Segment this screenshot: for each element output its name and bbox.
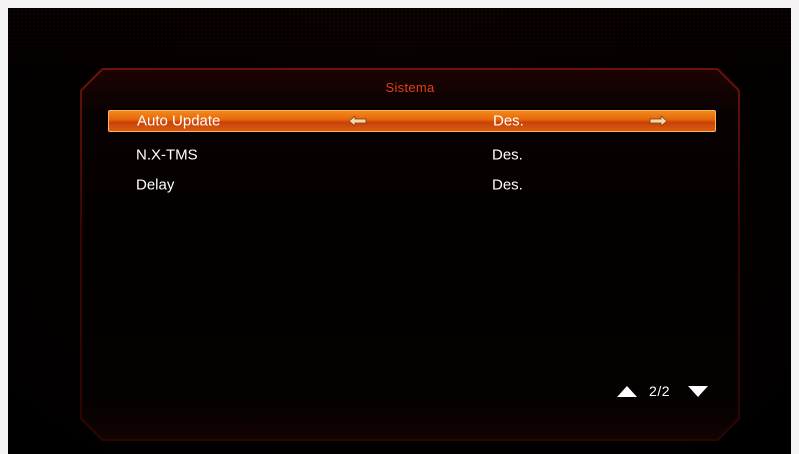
menu-item-value: Des.: [492, 176, 523, 194]
menu-item-auto-update[interactable]: Auto Update Des.: [108, 110, 716, 132]
background-texture: [8, 8, 791, 78]
menu-item-delay[interactable]: Delay Des.: [108, 170, 716, 200]
menu-item-label: Delay: [136, 176, 175, 194]
triangle-up-icon[interactable]: [617, 385, 638, 397]
tv-screen: Sistema Auto Update Des. N.X-TMS Des. De…: [8, 8, 791, 454]
menu-list: Auto Update Des. N.X-TMS Des. Delay Des.: [108, 110, 716, 200]
panel-title: Sistema: [385, 80, 435, 95]
arrow-right-icon[interactable]: [649, 116, 667, 126]
menu-item-nx-tms[interactable]: N.X-TMS Des.: [108, 140, 716, 170]
triangle-down-icon[interactable]: [688, 385, 708, 397]
menu-item-label: Auto Update: [137, 112, 221, 130]
page-indicator: 2/2: [649, 383, 670, 399]
menu-item-value: Des.: [492, 146, 523, 164]
settings-panel-body: Sistema Auto Update Des. N.X-TMS Des. De…: [82, 70, 738, 439]
menu-item-label: N.X-TMS: [136, 146, 198, 164]
pager: 2/2: [617, 383, 708, 399]
menu-item-value: Des.: [493, 112, 524, 130]
arrow-left-icon[interactable]: [349, 116, 367, 126]
settings-panel: Sistema Auto Update Des. N.X-TMS Des. De…: [80, 68, 740, 441]
